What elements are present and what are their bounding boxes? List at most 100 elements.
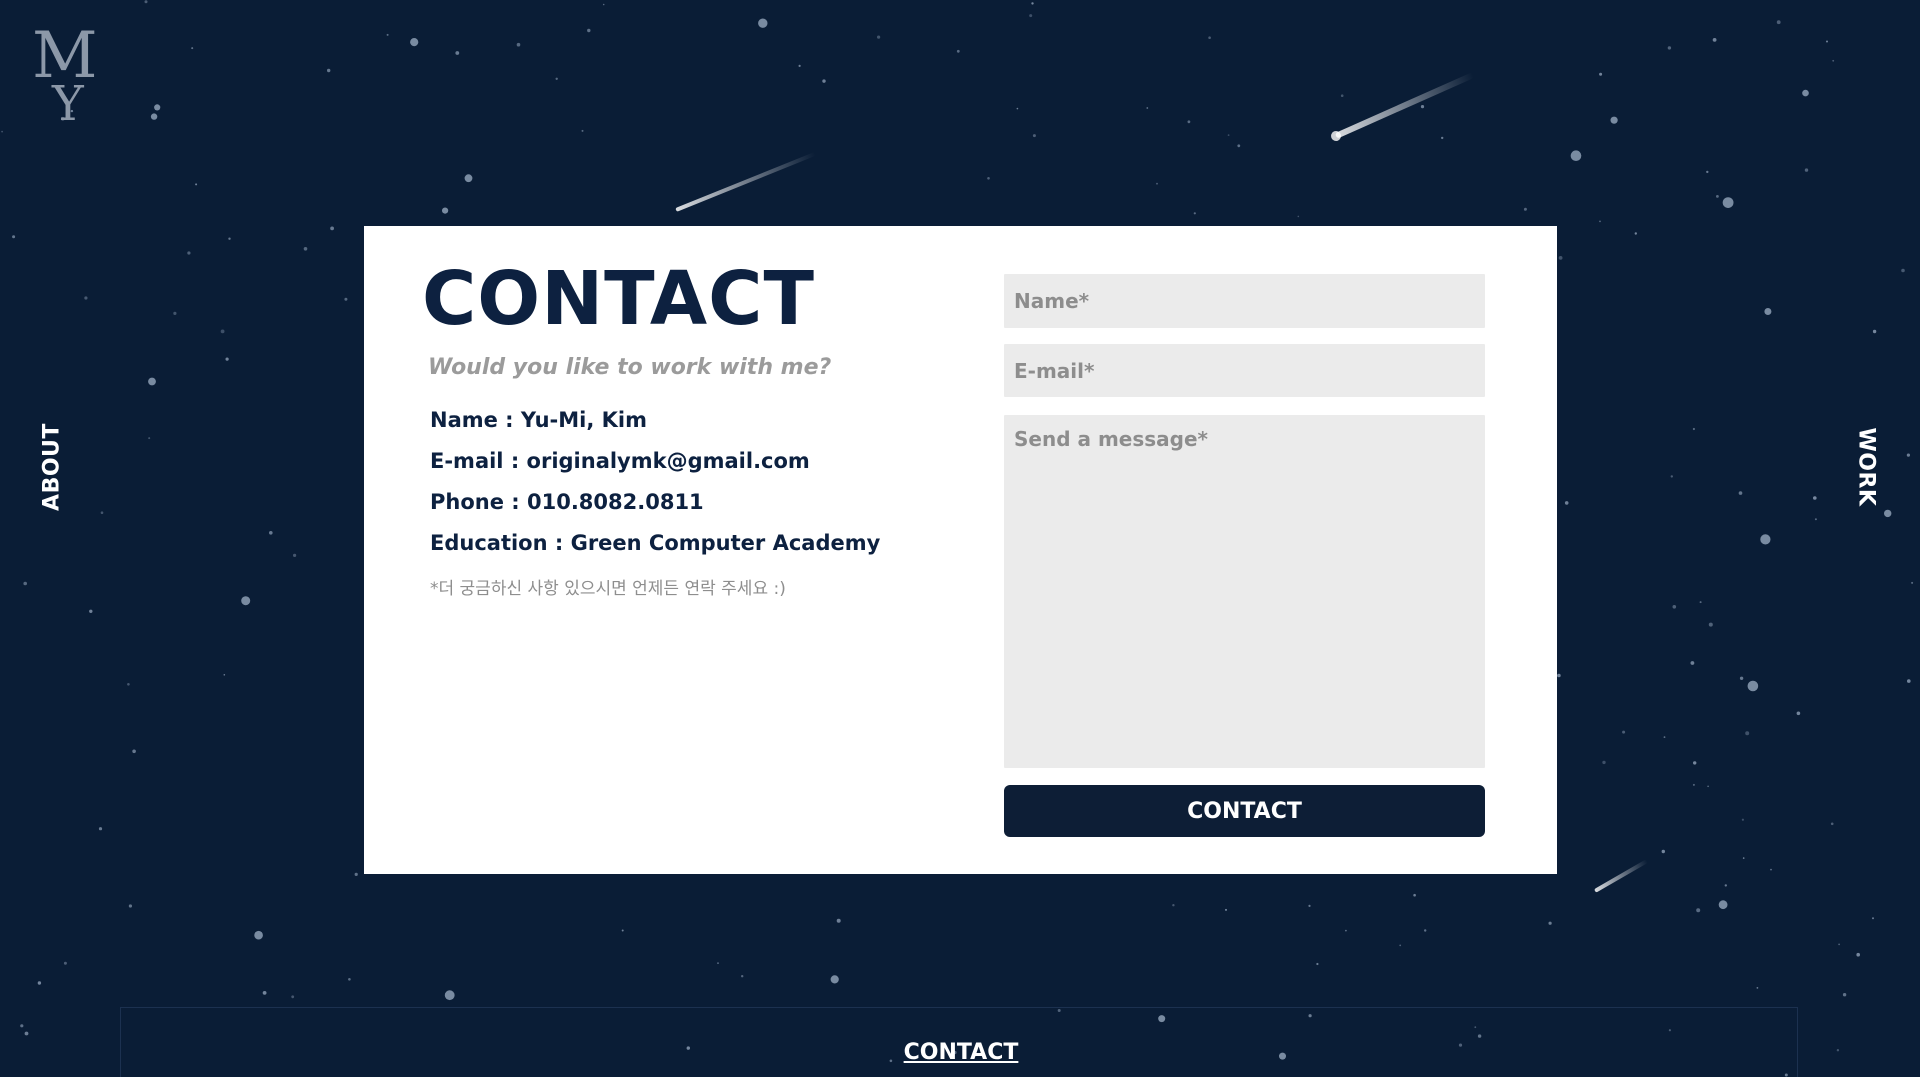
subtitle: Would you like to work with me? [428, 355, 832, 380]
star [956, 49, 960, 53]
star [1747, 680, 1759, 692]
star [1716, 195, 1719, 198]
star [37, 981, 42, 985]
star [1172, 904, 1175, 907]
star [516, 42, 521, 47]
star [148, 437, 151, 440]
nav-about-link[interactable]: ABOUT [40, 423, 65, 511]
star [1441, 136, 1444, 140]
shooting-star [1594, 860, 1648, 892]
star [1906, 453, 1910, 457]
star [1872, 329, 1877, 334]
star [1718, 900, 1728, 910]
star [291, 995, 295, 999]
star [1297, 215, 1300, 218]
star [1570, 150, 1582, 161]
star [1420, 105, 1425, 109]
star [132, 749, 136, 754]
star [1399, 944, 1402, 947]
star [1690, 661, 1695, 665]
star [154, 104, 161, 111]
star [1742, 857, 1745, 859]
star [836, 918, 841, 923]
star [1032, 134, 1036, 138]
star [1770, 868, 1772, 871]
star [1745, 731, 1750, 736]
star [410, 38, 419, 47]
star [444, 990, 455, 1001]
star [1813, 496, 1817, 500]
star [758, 18, 768, 28]
contact-submit-button[interactable]: CONTACT [1004, 785, 1485, 837]
star [1156, 182, 1158, 185]
star [1187, 120, 1191, 124]
star [1564, 501, 1569, 505]
shooting-star [1331, 73, 1474, 141]
star [1741, 818, 1744, 821]
star [1692, 783, 1695, 786]
star [1884, 509, 1892, 518]
star [1838, 943, 1840, 946]
star [1776, 20, 1781, 25]
star [100, 511, 104, 514]
star [1764, 308, 1772, 315]
star [344, 297, 348, 301]
logo-letter-y: Y [52, 76, 84, 132]
star [303, 247, 308, 251]
nav-work-link[interactable]: WORK [1854, 428, 1879, 507]
star [191, 47, 194, 50]
star [717, 962, 719, 964]
star [148, 377, 156, 386]
star [1622, 730, 1626, 734]
star [327, 68, 331, 73]
star [822, 79, 826, 83]
name-field[interactable] [1004, 274, 1485, 328]
star [254, 930, 263, 940]
star [602, 3, 605, 6]
email-field[interactable] [1004, 344, 1485, 397]
star [1634, 232, 1638, 235]
star [173, 311, 177, 315]
star [98, 827, 103, 831]
star [24, 1031, 29, 1036]
star [1345, 929, 1347, 932]
star [220, 329, 225, 334]
star [1907, 679, 1911, 683]
star [1208, 36, 1211, 39]
star [127, 683, 130, 686]
star [1225, 908, 1227, 911]
star [1836, 1049, 1840, 1052]
star [1796, 711, 1801, 716]
star [1237, 144, 1241, 148]
star [354, 872, 358, 877]
star [1602, 760, 1606, 765]
star [987, 177, 990, 180]
star [1031, 2, 1034, 5]
star [1146, 107, 1149, 109]
star [1029, 14, 1033, 18]
star [1016, 107, 1019, 110]
star [89, 609, 93, 613]
star [195, 183, 198, 186]
footer-contact-link[interactable]: CONTACT [904, 1040, 1019, 1065]
star [587, 28, 591, 33]
contact-note: *더 궁금하신 사항 있으시면 언제든 연락 주세요 :) [430, 579, 786, 599]
info-email: E-mail : originalymk@gmail.com [430, 449, 810, 473]
shooting-star [675, 152, 816, 212]
star [1558, 256, 1563, 260]
star [1699, 601, 1702, 604]
star [1826, 40, 1828, 43]
star [1599, 72, 1603, 76]
star [1340, 94, 1344, 97]
logo[interactable]: M Y [30, 24, 110, 132]
star [1724, 884, 1728, 887]
star [386, 33, 389, 36]
message-field[interactable] [1004, 415, 1485, 768]
star [1911, 581, 1914, 584]
star [1670, 475, 1674, 478]
star [1667, 46, 1672, 50]
footer-nav: CONTACT [120, 1007, 1798, 1077]
star [330, 226, 334, 231]
star [12, 235, 16, 239]
star [1712, 38, 1717, 42]
